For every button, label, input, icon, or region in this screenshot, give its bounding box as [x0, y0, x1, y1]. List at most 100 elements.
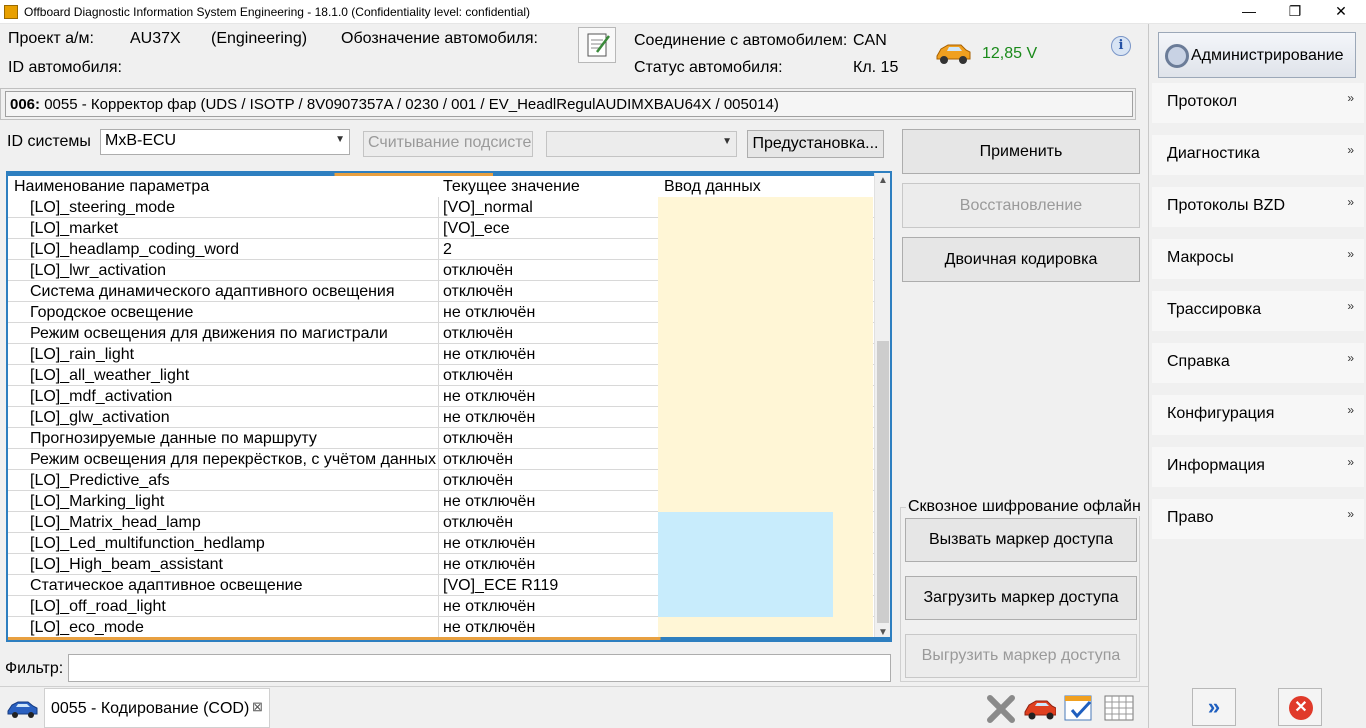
table-row[interactable]: [LO]_rain_light не отключён [8, 344, 874, 365]
maximize-button[interactable]: ❐ [1272, 0, 1318, 24]
input-cell[interactable] [658, 323, 873, 344]
table-row[interactable]: [LO]_High_beam_assistant не отключён [8, 554, 874, 575]
vehicle-icon[interactable] [1022, 692, 1056, 724]
column-header-name[interactable]: Наименование параметра [14, 178, 209, 196]
table-row[interactable]: Статическое адаптивное освещение [VO]_ECE… [8, 575, 874, 596]
chevron-down-icon: » [1347, 195, 1354, 209]
table-row[interactable]: [LO]_headlamp_coding_word 2 [8, 239, 874, 260]
table-row[interactable]: [LO]_Led_multifunction_hedlamp не отключё… [8, 533, 874, 554]
delete-icon[interactable] [984, 692, 1018, 724]
input-cell[interactable] [658, 239, 873, 260]
chevron-down-icon: » [1347, 299, 1354, 313]
column-divider [438, 575, 439, 596]
menu-item-macros[interactable]: Макросы » [1152, 239, 1364, 279]
table-row[interactable]: Режим освещения для перекрёстков, с учёт… [8, 449, 874, 470]
table-row[interactable]: Система динамического адаптивного освеще… [8, 281, 874, 302]
table-row[interactable]: [LO]_glw_activation не отключён [8, 407, 874, 428]
input-cell[interactable] [658, 197, 873, 218]
column-header-input[interactable]: Ввод данных [664, 178, 761, 196]
menu-item-configuration[interactable]: Конфигурация » [1152, 395, 1364, 435]
tab-coding[interactable]: 0055 - Кодирование (COD) ⊠ [44, 688, 270, 728]
table-row[interactable]: [LO]_off_road_light не отключён [8, 596, 874, 617]
system-id-select[interactable]: MxB-ECU ▼ [100, 129, 350, 155]
parameter-name: Режим освещения для перекрёстков, с учёт… [30, 451, 438, 468]
input-cell[interactable] [658, 302, 873, 323]
chevron-down-icon: » [1347, 403, 1354, 417]
exit-button[interactable]: ✕ [1278, 688, 1322, 726]
input-cell[interactable] [658, 344, 873, 365]
parameter-name: [LO]_mdf_activation [30, 388, 173, 405]
binary-coding-button[interactable]: Двоичная кодировка [902, 237, 1140, 282]
current-value: отключён [443, 472, 514, 489]
table-row[interactable]: [LO]_mdf_activation не отключён [8, 386, 874, 407]
column-divider [438, 302, 439, 323]
column-divider [438, 344, 439, 365]
table-row[interactable]: [LO]_steering_mode [VO]_normal [8, 197, 874, 218]
table-row[interactable]: [LO]_all_weather_light отключён [8, 365, 874, 386]
column-divider [438, 197, 439, 218]
input-cell[interactable] [658, 386, 873, 407]
input-cell[interactable] [658, 470, 873, 491]
menu-item-label: Право [1167, 509, 1214, 526]
gear-icon [1165, 44, 1189, 68]
table-row[interactable]: [LO]_market [VO]_ece [8, 218, 874, 239]
input-cell[interactable] [658, 260, 873, 281]
table-row[interactable]: Режим освещения для движения по магистра… [8, 323, 874, 344]
menu-item-rights[interactable]: Право » [1152, 499, 1364, 539]
column-header-current-value[interactable]: Текущее значение [443, 178, 580, 196]
current-value: отключён [443, 325, 514, 342]
menu-item-diagnostics[interactable]: Диагностика » [1152, 135, 1364, 175]
preset-button[interactable]: Предустановка... [747, 130, 884, 158]
parameter-name: [LO]_steering_mode [30, 199, 175, 216]
system-id-label: ID системы [7, 133, 91, 150]
input-cell[interactable] [658, 218, 873, 239]
grid-scrollbar[interactable]: ▲ ▼ [874, 173, 890, 640]
close-button[interactable]: ✕ [1318, 0, 1364, 24]
notes-button[interactable] [578, 27, 616, 63]
table-row[interactable]: Городское освещение не отключён [8, 302, 874, 323]
admin-button[interactable]: Администрирование [1158, 32, 1356, 78]
menu-item-information[interactable]: Информация » [1152, 447, 1364, 487]
table-row[interactable]: [LO]_Predictive_afs отключён [8, 470, 874, 491]
menu-item-bzd-protocols[interactable]: Протоколы BZD » [1152, 187, 1364, 227]
menu-item-tracing[interactable]: Трассировка » [1152, 291, 1364, 331]
tab-close-icon[interactable]: ⊠ [252, 699, 263, 715]
input-cell[interactable] [658, 554, 873, 575]
input-cell[interactable] [658, 491, 873, 512]
input-cell[interactable] [658, 596, 873, 617]
table-row[interactable]: [LO]_Matrix_head_lamp отключён [8, 512, 874, 533]
input-cell[interactable] [658, 281, 873, 302]
unload-token-button-label: Выгрузить маркер доступа [921, 647, 1121, 664]
table-icon[interactable] [1102, 692, 1136, 724]
input-cell[interactable] [658, 512, 873, 533]
filter-input[interactable] [68, 654, 891, 682]
load-token-button[interactable]: Загрузить маркер доступа [905, 576, 1137, 620]
call-token-button[interactable]: Вызвать маркер доступа [905, 518, 1137, 562]
minimize-button[interactable]: — [1226, 0, 1272, 24]
table-row[interactable]: [LO]_Marking_light не отключён [8, 491, 874, 512]
input-cell[interactable] [658, 407, 873, 428]
scroll-up-icon[interactable]: ▲ [878, 175, 888, 186]
input-cell[interactable] [658, 365, 873, 386]
current-value: не отключён [443, 388, 536, 405]
input-cell[interactable] [658, 617, 873, 638]
apply-button[interactable]: Применить [902, 129, 1140, 174]
menu-item-help[interactable]: Справка » [1152, 343, 1364, 383]
module-id: 006: [10, 96, 41, 113]
input-cell[interactable] [658, 533, 873, 554]
subsystem-select: ▼ [546, 131, 737, 157]
subsystem-read-field: Считывание подсистем [363, 131, 533, 157]
scroll-thumb[interactable] [877, 341, 889, 623]
table-row[interactable]: Прогнозируемые данные по маршруту отключё… [8, 428, 874, 449]
vehicle-tab-icon[interactable] [6, 697, 38, 719]
menu-item-protocol[interactable]: Протокол » [1152, 83, 1364, 123]
info-icon[interactable]: i [1111, 36, 1131, 56]
input-cell[interactable] [658, 428, 873, 449]
table-row[interactable]: [LO]_lwr_activation отключён [8, 260, 874, 281]
forward-button[interactable]: » [1192, 688, 1236, 726]
input-cell[interactable] [658, 449, 873, 470]
input-cell[interactable] [658, 575, 873, 596]
checklist-icon[interactable] [1062, 692, 1096, 724]
coding-grid: Наименование параметра Текущее значение … [6, 171, 892, 642]
table-row[interactable]: [LO]_eco_mode не отключён [8, 617, 874, 638]
